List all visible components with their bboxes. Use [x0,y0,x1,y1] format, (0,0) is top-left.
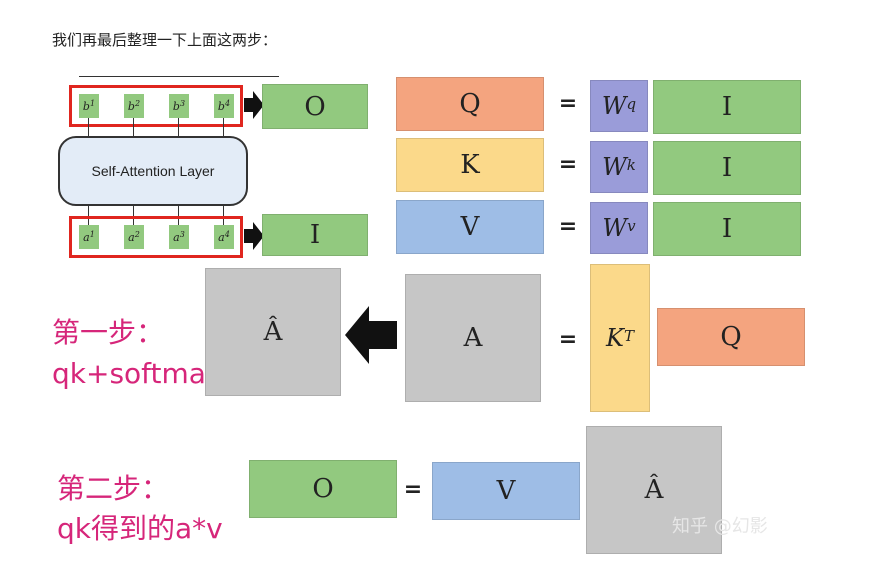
weight-wq: Wq [590,80,648,132]
k-matrix: K [396,138,544,192]
a-matrix: A [405,274,541,402]
step2-subtitle: qk得到的a*v [57,512,223,545]
q-matrix: Q [657,308,805,366]
input-matrix-i: I [262,214,368,256]
input-token-1: a1 [79,225,99,249]
equals-sign: = [558,327,578,352]
weight-wk: Wk [590,141,648,193]
equals-sign: = [558,91,578,116]
connector-line [133,118,134,136]
step1-title: 第一步： [52,316,165,349]
arrow-right-icon [244,91,264,119]
output-token-1: b1 [79,94,99,118]
watermark: 知乎 @幻影 [672,516,768,537]
q-matrix: Q [396,77,544,131]
connector-line [223,118,224,136]
connector-line [88,118,89,136]
equals-sign: = [558,152,578,177]
output-matrix-o: O [249,460,397,518]
page-heading: 我们再最后整理一下上面这两步： [52,31,278,49]
connector-line [178,118,179,136]
input-token-4: a4 [214,225,234,249]
equals-sign: = [403,477,423,502]
arrow-right-icon [244,222,264,250]
top-rule [79,76,279,77]
input-matrix-i: I [653,141,801,195]
v-matrix: V [432,462,580,520]
output-token-4: b4 [214,94,234,118]
input-token-3: a3 [169,225,189,249]
arrow-left-icon [345,306,397,364]
input-matrix-i: I [653,202,801,256]
v-matrix: V [396,200,544,254]
a-hat-matrix: Â [205,268,341,396]
weight-wv: Wv [590,202,648,254]
input-matrix-i: I [653,80,801,134]
output-token-3: b3 [169,94,189,118]
equals-sign: = [558,214,578,239]
output-token-2: b2 [124,94,144,118]
input-token-2: a2 [124,225,144,249]
output-matrix-o: O [262,84,368,129]
k-transpose-matrix: KT [590,264,650,412]
step1-subtitle: qk+softmax [52,357,223,390]
step2-title: 第二步： [57,472,170,505]
self-attention-layer: Self-Attention Layer [58,136,248,206]
